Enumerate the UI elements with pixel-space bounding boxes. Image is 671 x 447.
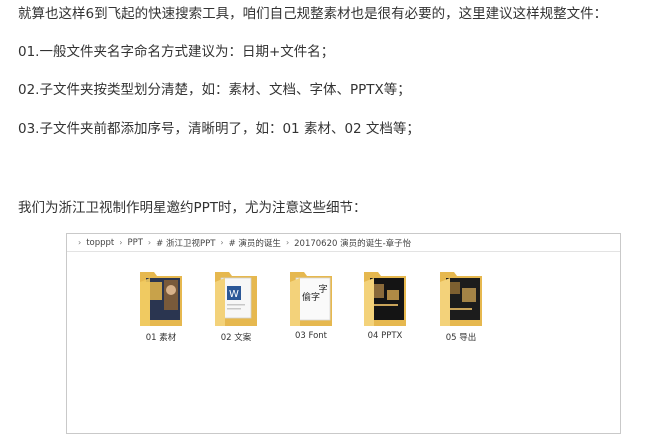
folder-item-export[interactable]: 05 导出 (431, 268, 491, 343)
paragraph-rule-1: 01.一般文件夹名字命名方式建议为：日期+文件名； (18, 44, 335, 60)
folder-label: 01 素材 (145, 333, 177, 343)
folder-item-copy[interactable]: W 02 文案 (206, 268, 266, 343)
breadcrumb-item-ppt[interactable]: PPT (127, 238, 142, 248)
paragraph-intro: 就算也这样6到飞起的快速搜索工具，咱们自己规整素材也是很有必要的，这里建议这样规… (18, 6, 608, 22)
paragraph-caption: 我们为浙江卫视制作明星邀约PPT时，尤为注意这些细节： (18, 200, 367, 216)
folder-label: 02 文案 (220, 333, 252, 343)
breadcrumb-separator: › (78, 238, 82, 247)
breadcrumb-separator: › (147, 238, 152, 247)
folder-document-icon: W (215, 272, 257, 326)
breadcrumb-separator: › (119, 238, 123, 247)
svg-text:偷字: 偷字 (302, 291, 320, 303)
breadcrumb-separator: › (220, 238, 224, 247)
folder-slides-icon (364, 272, 406, 326)
breadcrumb-item-actor-birth[interactable]: # 演员的诞生 (229, 237, 281, 249)
svg-text:W: W (229, 289, 239, 300)
paragraph-rule-3: 03.子文件夹前都添加序号，清晰明了，如：01 素材、02 文档等； (18, 121, 420, 137)
folder-label: 04 PPTX (367, 331, 403, 341)
folder-export-icon (440, 272, 482, 326)
folder-font-icon: 偷字 字 (290, 272, 332, 326)
folder-item-assets[interactable]: 01 素材 (131, 268, 191, 343)
folder-images-icon (140, 272, 182, 326)
folder-label: 05 导出 (445, 333, 477, 343)
paragraph-rule-2: 02.子文件夹按类型划分清楚，如：素材、文档、字体、PPTX等； (18, 82, 411, 98)
breadcrumb: › topppt › PPT › # 浙江卫视PPT › # 演员的诞生 › 2… (67, 234, 620, 252)
breadcrumb-item-current-folder[interactable]: 20170620 演员的诞生-章子怡 (294, 237, 411, 249)
breadcrumb-item-topppt[interactable]: topppt (86, 238, 114, 248)
file-explorer-screenshot: › topppt › PPT › # 浙江卫视PPT › # 演员的诞生 › 2… (66, 233, 621, 434)
folder-item-pptx[interactable]: 04 PPTX (355, 268, 415, 341)
breadcrumb-item-zhejiang-tv[interactable]: # 浙江卫视PPT (156, 237, 215, 249)
folder-label: 03 Font (294, 331, 328, 341)
folder-item-font[interactable]: 偷字 字 03 Font (281, 268, 341, 341)
svg-text:字: 字 (318, 283, 327, 295)
folder-grid: 01 素材 W 02 文案 偷字 字 03 Font 04 PPTX 05 导出 (67, 253, 620, 373)
breadcrumb-separator: › (285, 238, 290, 247)
